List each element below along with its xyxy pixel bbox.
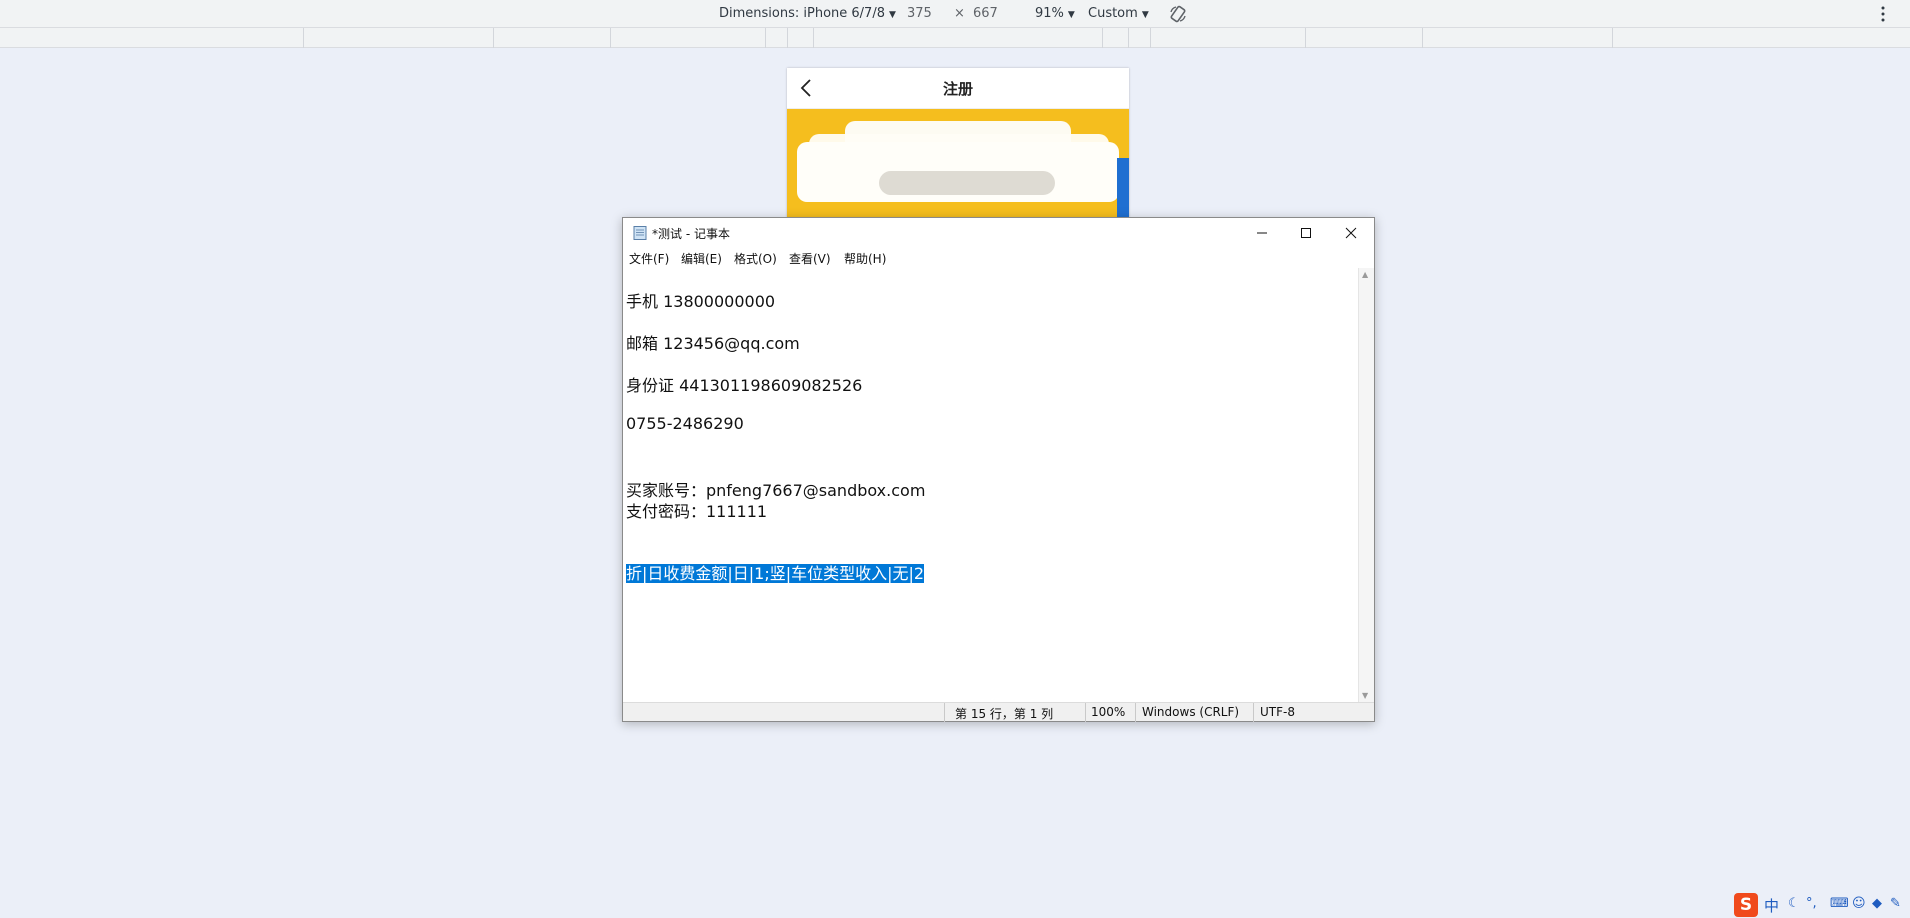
sogou-logo-icon[interactable]: S: [1734, 893, 1758, 917]
close-button[interactable]: [1329, 218, 1373, 248]
more-options-icon[interactable]: [1880, 4, 1886, 24]
throttle-dropdown[interactable]: Custom ▼: [1088, 6, 1149, 21]
encoding: UTF-8: [1260, 705, 1295, 719]
cursor-position: 第 15 行，第 1 列: [955, 707, 1054, 721]
moon-icon[interactable]: ☾: [1788, 896, 1800, 911]
caret-down-icon: ▼: [888, 10, 896, 20]
caret-down-icon: ▼: [1141, 10, 1149, 20]
line-ending: Windows (CRLF): [1142, 705, 1240, 719]
notepad-statusbar: 第 15 行，第 1 列 100% Windows (CRLF) UTF-8: [623, 702, 1374, 722]
text-line: 手机 13800000000: [626, 292, 776, 311]
zoom-dropdown[interactable]: 91% ▼: [1035, 6, 1075, 21]
notepad-titlebar[interactable]: *测试 - 记事本: [623, 218, 1374, 248]
zoom-level: 100%: [1091, 705, 1126, 719]
phone-page-title: 注册: [942, 80, 973, 98]
device-dimensions-dropdown[interactable]: Dimensions: iPhone 6/7/8 ▼: [719, 6, 896, 21]
dimension-times-label: ×: [954, 6, 965, 21]
menu-file[interactable]: 文件(F): [629, 250, 669, 267]
device-width-input[interactable]: 375: [907, 6, 932, 21]
notepad-text-area[interactable]: 手机 13800000000 邮箱 123456@qq.com 身份证 4413…: [623, 268, 1358, 702]
notepad-title: *测试 - 记事本: [652, 227, 730, 241]
banner-pill: [879, 171, 1055, 195]
wrench-icon[interactable]: ✎: [1890, 896, 1901, 911]
text-line: 支付密码：111111: [626, 502, 768, 521]
scroll-up-icon[interactable]: ▲: [1362, 270, 1368, 279]
punctuation-icon[interactable]: °,: [1806, 896, 1817, 911]
minimize-button[interactable]: [1240, 218, 1284, 248]
zoom-label: 91%: [1035, 6, 1064, 21]
scroll-down-icon[interactable]: ▼: [1362, 691, 1368, 700]
throttle-label: Custom: [1088, 6, 1138, 21]
emulated-phone-viewport: 注册: [787, 68, 1129, 218]
device-height-input[interactable]: 667: [973, 6, 998, 21]
devtools-device-toolbar: Dimensions: iPhone 6/7/8 ▼ 375 × 667 91% ▼…: [0, 0, 1910, 28]
user-icon[interactable]: ☺: [1852, 896, 1866, 911]
text-line: 邮箱 123456@qq.com: [626, 334, 800, 353]
maximize-icon: [1301, 228, 1311, 238]
rotate-icon[interactable]: [1168, 4, 1188, 24]
phone-header: 注册: [787, 68, 1129, 109]
text-selection: 折|日收费金额|日|1;竖|车位类型收入|无|2: [626, 564, 925, 583]
menu-format[interactable]: 格式(O): [734, 250, 777, 267]
caret-down-icon: ▼: [1067, 10, 1075, 20]
text-line: 身份证 441301198609082526: [626, 376, 863, 395]
ime-mode-toggle[interactable]: 中: [1764, 895, 1779, 916]
menu-help[interactable]: 帮助(H): [844, 250, 886, 267]
media-query-ruler: [0, 28, 1910, 48]
ime-toolbar: S 中 ☾ °, ⌨ ☺ ◆ ✎: [1730, 891, 1910, 918]
banner-accent: [1117, 158, 1129, 218]
notepad-window: *测试 - 记事本 文件(F) 编辑(E) 格式(O) 查看(V) 帮助(H) …: [622, 217, 1375, 722]
text-line: 0755-2486290: [626, 414, 744, 433]
close-icon: [1345, 227, 1357, 239]
menu-edit[interactable]: 编辑(E): [681, 250, 722, 267]
skin-icon[interactable]: ◆: [1872, 896, 1882, 911]
selected-text-line: 折|日收费金额|日|1;竖|车位类型收入|无|2: [626, 560, 925, 584]
vertical-scrollbar[interactable]: ▲ ▼: [1358, 268, 1374, 702]
minimize-icon: [1257, 232, 1267, 234]
maximize-button[interactable]: [1284, 218, 1328, 248]
notepad-menubar: 文件(F) 编辑(E) 格式(O) 查看(V) 帮助(H): [623, 248, 1374, 268]
menu-view[interactable]: 查看(V): [789, 250, 831, 267]
keyboard-icon[interactable]: ⌨: [1830, 896, 1849, 911]
device-dimensions-label: Dimensions: iPhone 6/7/8: [719, 6, 885, 21]
notepad-app-icon: [633, 226, 647, 240]
